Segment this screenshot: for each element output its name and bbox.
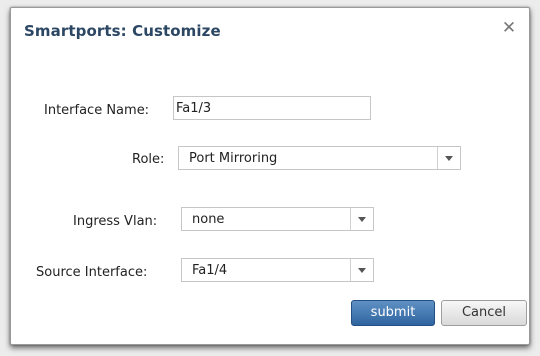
interface-name-input[interactable] bbox=[173, 96, 371, 120]
cancel-button[interactable]: Cancel bbox=[441, 300, 527, 326]
close-icon[interactable]: ✕ bbox=[499, 18, 519, 38]
role-label: Role: bbox=[132, 152, 165, 167]
role-select-value: Port Mirroring bbox=[189, 151, 278, 166]
dialog-title: Smartports: Customize bbox=[24, 22, 221, 40]
source-interface-select-value: Fa1/4 bbox=[192, 263, 228, 278]
source-interface-chevron-down-icon[interactable] bbox=[350, 259, 373, 281]
submit-button[interactable]: submit bbox=[351, 300, 435, 326]
smartports-customize-dialog: Smartports: Customize ✕ Interface Name: … bbox=[10, 7, 530, 345]
source-interface-label: Source Interface: bbox=[36, 265, 148, 280]
role-select-chevron-down-icon[interactable] bbox=[437, 147, 460, 169]
ingress-vlan-select[interactable]: none bbox=[181, 207, 374, 231]
ingress-vlan-chevron-down-icon[interactable] bbox=[350, 208, 373, 230]
ingress-vlan-label: Ingress Vlan: bbox=[73, 214, 158, 229]
ingress-vlan-select-value: none bbox=[192, 212, 225, 227]
interface-name-label: Interface Name: bbox=[44, 103, 150, 118]
role-select[interactable]: Port Mirroring bbox=[178, 146, 461, 170]
source-interface-select[interactable]: Fa1/4 bbox=[181, 258, 374, 282]
